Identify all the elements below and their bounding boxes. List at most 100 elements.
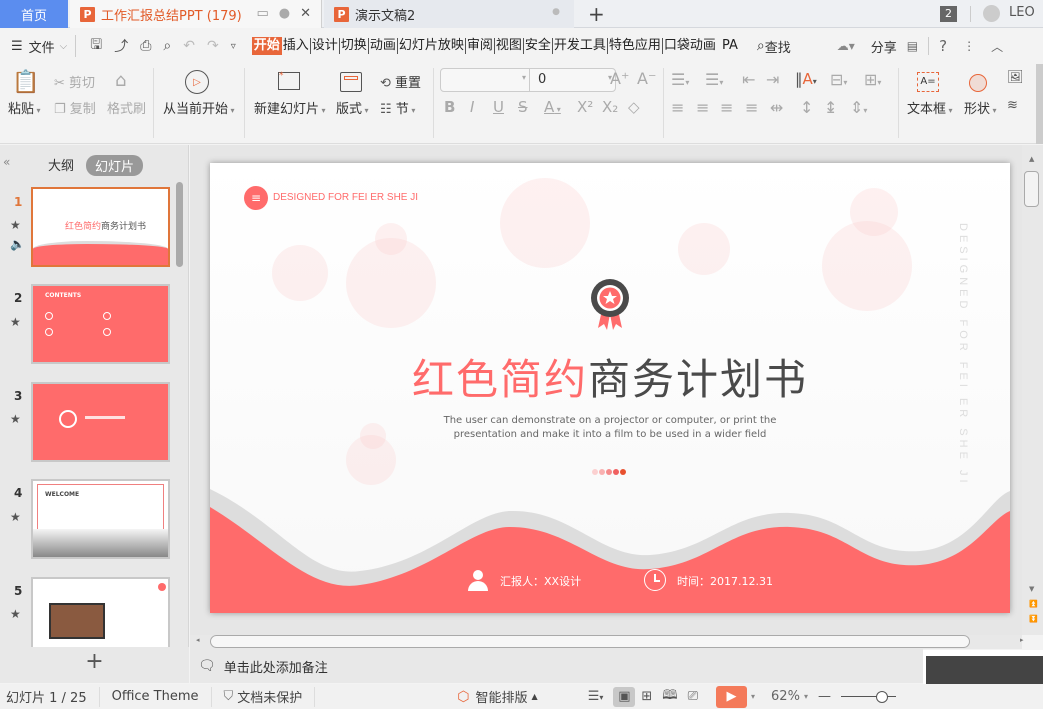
tab-pa[interactable]: PA [721,38,739,54]
tab-pocket-animation[interactable]: 口袋动画 [663,38,717,54]
notes-toggle-icon[interactable]: ☰▾ [588,689,604,704]
tab-home[interactable]: 开始 [251,37,282,55]
eraser-icon[interactable]: ◇ [628,98,640,116]
chevron-down-icon[interactable]: ⌵ [60,41,68,52]
cut-button[interactable]: ✂ 剪切 [54,72,95,91]
increase-font-icon[interactable]: A⁺ [610,69,629,88]
window-count-badge[interactable]: 2 [940,6,957,22]
tab-insert[interactable]: 插入 [282,38,311,54]
horizontal-scrollbar[interactable]: ◂ ▸ [190,635,1024,649]
font-name-input[interactable]: ▾ [441,69,530,91]
paragraph-spacing-icon[interactable]: ↨ [824,98,837,117]
scroll-left-icon[interactable]: ◂ [196,636,200,644]
textbox-icon[interactable]: A= [917,72,939,92]
scroll-up-icon[interactable]: ▲ [1029,155,1034,163]
file-menu[interactable]: 文件 [29,37,55,56]
underline-icon[interactable]: U [493,98,504,116]
subscript-icon[interactable]: X₂ [602,98,618,116]
line-spacing-icon[interactable]: ↕ [800,98,813,117]
tab-active-document[interactable]: P 工作汇报总结PPT (179) ▭ ● ✕ [70,0,322,28]
slide-thumbnail-5[interactable] [31,577,170,647]
more-icon[interactable]: ⋮ [963,39,975,53]
textbox-button[interactable]: 文本框 ▾ [907,98,953,117]
numbered-list-icon[interactable]: ☰▾ [705,70,723,89]
increase-indent-icon[interactable]: ⇥ [766,70,779,89]
layout-button[interactable]: 版式 ▾ [336,98,369,117]
play-from-current-button[interactable]: 从当前开始 ▾ [163,98,235,117]
protection-status[interactable]: 文档未保护 [237,687,302,706]
collapse-ribbon-icon[interactable]: ︿ [991,38,1003,55]
undo-icon[interactable]: ↶ [183,38,195,54]
search-button[interactable]: 查找 [765,37,791,56]
slide-thumbnail-3[interactable] [31,382,170,462]
close-tab-icon[interactable]: ✕ [300,6,311,21]
tab-review[interactable]: 审阅 [466,38,495,54]
record-icon[interactable]: ⎚ [688,689,698,704]
redo-icon[interactable]: ↷ [207,38,219,54]
slide-canvas[interactable]: ≡ DESIGNED FOR FEI ER SHE JI DESIGNED FO… [210,163,1010,613]
chevron-up-icon[interactable]: ▲ [532,692,538,701]
picture-icon[interactable]: 🖼 [1007,70,1024,85]
zoom-slider-thumb[interactable] [875,690,888,703]
decrease-font-icon[interactable]: A⁻ [637,69,656,88]
zoom-out-button[interactable]: — [818,689,831,704]
slide-subtitle[interactable]: The user can demonstrate on a projector … [210,414,1010,442]
scrollbar-thumb[interactable] [1024,171,1039,207]
decrease-indent-icon[interactable]: ⇤ [742,70,755,89]
add-slide-button[interactable]: + [0,647,189,683]
tab-view[interactable]: 视图 [495,38,524,54]
new-slide-icon[interactable]: * [278,72,300,90]
section-button[interactable]: ☷ 节 ▾ [380,98,415,117]
align-left-icon[interactable]: ≡ [671,98,684,117]
home-tab[interactable]: 首页 [0,0,68,28]
tab-slideshow[interactable]: 幻灯片放映 [398,38,466,54]
monitor-icon[interactable]: ▭ [256,6,268,21]
reading-view-icon[interactable]: 🕮 [662,686,677,708]
slide-sorter-icon[interactable]: ⊞ [641,689,652,704]
new-tab-button[interactable]: + [588,2,605,26]
bold-icon[interactable]: B [444,98,455,116]
save-icon[interactable]: 🖫 [90,34,102,58]
align-text-icon[interactable]: ⊞▾ [864,70,881,89]
tab-developer[interactable]: 开发工具 [553,38,608,54]
slides-tab[interactable]: 幻灯片 [86,155,144,176]
scroll-right-icon[interactable]: ▸ [1020,636,1024,644]
theme-name[interactable]: Office Theme [112,689,199,704]
tab-animations[interactable]: 动画 [369,38,398,54]
columns-icon[interactable]: ⊟▾ [830,70,847,89]
notes-area[interactable]: 🗨 单击此处添加备注 [190,649,923,683]
customize-icon[interactable]: ▿ [231,41,236,52]
strikethrough-icon[interactable]: S [518,98,528,116]
slide-thumbnail-2[interactable]: CONTENTS [31,284,170,364]
slide-thumbnail-1[interactable]: 红色简约商务计划书 [31,187,170,267]
cloud-icon[interactable]: ☁▾ [837,39,855,53]
superscript-icon[interactable]: X² [577,98,593,116]
export-icon[interactable]: ⤴ [114,36,128,56]
arrange-icon[interactable]: ≋ [1007,98,1018,113]
user-name[interactable]: LEO [1009,5,1035,20]
text-direction-icon[interactable]: ‖A▾ [795,70,817,88]
italic-icon[interactable]: I [470,98,474,116]
avatar[interactable] [983,5,1000,22]
zoom-slider[interactable] [840,690,896,704]
vertical-scrollbar[interactable]: ▲ ▼ ⏫ ⏬ [1022,145,1043,635]
prev-slide-icon[interactable]: ⏫ [1029,600,1038,608]
tab-security[interactable]: 安全 [524,38,553,54]
hamburger-icon[interactable]: ☰ [11,39,23,54]
chevron-down-icon[interactable]: ▾ [804,692,808,701]
copy-button[interactable]: ❐ 复制 [54,98,96,117]
scroll-down-icon[interactable]: ▼ [1029,585,1034,593]
align-center-icon[interactable]: ≡ [696,98,709,117]
comment-icon[interactable]: ▤ [907,39,918,53]
zoom-level[interactable]: 62% [771,689,800,704]
tab-special-apps[interactable]: 特色应用 [608,38,663,54]
outline-tab[interactable]: 大纲 [48,155,74,174]
chevron-down-icon[interactable]: ▾ [751,692,755,701]
tab-transitions[interactable]: 切换 [340,38,369,54]
distribute-icon[interactable]: ⇹ [770,98,783,117]
bullet-list-icon[interactable]: ☰▾ [671,70,689,89]
justify-icon[interactable]: ≡ [745,98,758,117]
new-slide-button[interactable]: 新建幻灯片 ▾ [254,98,326,117]
search-icon[interactable]: ⌕ [757,38,765,54]
font-color-icon[interactable]: A ▾ [544,98,561,116]
